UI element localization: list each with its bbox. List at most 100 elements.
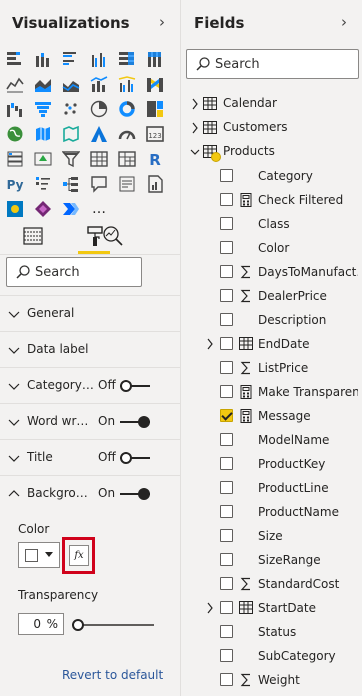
field-checkbox[interactable] <box>220 529 233 542</box>
key-influencers-icon[interactable] <box>32 173 54 195</box>
field-checkbox[interactable] <box>220 553 233 566</box>
background-color-picker[interactable] <box>18 542 60 568</box>
field-item[interactable]: StartDate <box>182 596 362 620</box>
field-checkbox[interactable] <box>220 649 233 662</box>
field-checkbox[interactable] <box>220 265 233 278</box>
paginated-report-icon[interactable] <box>144 173 166 195</box>
field-checkbox[interactable] <box>220 193 233 206</box>
matrix-icon[interactable] <box>116 148 138 170</box>
format-section-5[interactable]: Backgro… On <box>0 476 180 512</box>
field-item[interactable]: Description <box>182 308 362 332</box>
field-table-products[interactable]: Products <box>182 140 362 164</box>
field-checkbox[interactable] <box>220 601 233 614</box>
qna-icon[interactable] <box>88 173 110 195</box>
field-checkbox[interactable] <box>220 625 233 638</box>
slicer-icon[interactable] <box>60 148 82 170</box>
fields-search-input[interactable]: Search <box>186 49 359 79</box>
field-checkbox[interactable] <box>220 673 233 686</box>
field-item[interactable]: Status <box>182 620 362 644</box>
power-apps-icon[interactable] <box>32 198 54 220</box>
revert-to-default-link[interactable]: Revert to default <box>62 668 163 682</box>
field-item[interactable]: SizeRange <box>182 548 362 572</box>
area-chart-icon[interactable] <box>32 73 54 95</box>
fields-well-tab[interactable] <box>20 222 46 250</box>
field-item[interactable]: StandardCost <box>182 572 362 596</box>
field-item[interactable]: EndDate <box>182 332 362 356</box>
smart-narrative-icon[interactable] <box>116 173 138 195</box>
field-item[interactable]: Weight <box>182 668 362 692</box>
field-table-calendar[interactable]: Calendar <box>182 92 362 116</box>
ribbon-chart-icon[interactable] <box>144 73 166 95</box>
field-item[interactable]: Class <box>182 212 362 236</box>
stacked-column-chart-icon[interactable] <box>32 48 54 70</box>
transparency-slider[interactable] <box>72 618 156 632</box>
line-and-column-chart-icon[interactable] <box>88 73 110 95</box>
collapse-visualizations-chevron-icon[interactable]: › <box>159 13 165 31</box>
section-toggle-switch[interactable] <box>120 380 150 392</box>
azure-map-icon[interactable] <box>88 123 110 145</box>
field-checkbox[interactable] <box>220 241 233 254</box>
clustered-bar-chart-icon[interactable] <box>60 48 82 70</box>
treemap-icon[interactable] <box>144 98 166 120</box>
field-item[interactable]: DealerPrice <box>182 284 362 308</box>
line-and-clustered-column-icon[interactable] <box>116 73 138 95</box>
table-icon[interactable] <box>88 148 110 170</box>
kpi-icon[interactable] <box>32 148 54 170</box>
chevron-down-icon[interactable] <box>190 146 200 158</box>
chevron-right-icon[interactable] <box>190 98 200 110</box>
field-checkbox[interactable] <box>220 169 233 182</box>
field-item[interactable]: Message <box>182 404 362 428</box>
field-item[interactable]: SubCategory <box>182 644 362 668</box>
field-checkbox[interactable] <box>220 457 233 470</box>
conditional-formatting-fx-button[interactable]: fx <box>69 545 89 566</box>
section-toggle-switch[interactable] <box>120 416 150 428</box>
field-item[interactable]: ListPrice <box>182 356 362 380</box>
arcgis-map-icon[interactable] <box>4 198 26 220</box>
gauge-icon[interactable] <box>116 123 138 145</box>
chevron-right-icon[interactable] <box>190 122 200 134</box>
field-checkbox[interactable] <box>220 505 233 518</box>
field-item[interactable]: ProductLine <box>182 476 362 500</box>
field-checkbox[interactable] <box>220 337 233 350</box>
donut-chart-icon[interactable] <box>116 98 138 120</box>
format-section-3[interactable]: Word wr… On <box>0 404 180 440</box>
100-percent-bar-chart-icon[interactable] <box>116 48 138 70</box>
funnel-chart-icon[interactable] <box>32 98 54 120</box>
power-automate-icon[interactable] <box>60 198 82 220</box>
waterfall-chart-icon[interactable] <box>4 98 26 120</box>
chevron-right-icon[interactable] <box>205 338 215 350</box>
line-chart-icon[interactable] <box>4 73 26 95</box>
shape-map-icon[interactable] <box>60 123 82 145</box>
visualizations-search-input[interactable]: Search <box>6 257 142 287</box>
field-item[interactable]: ProductKey <box>182 452 362 476</box>
slider-thumb[interactable] <box>72 619 84 631</box>
format-section-2[interactable]: Category… Off <box>0 368 180 404</box>
field-checkbox[interactable] <box>220 217 233 230</box>
multi-row-card-icon[interactable] <box>4 148 26 170</box>
field-item[interactable]: Size <box>182 524 362 548</box>
chevron-right-icon[interactable] <box>205 602 215 614</box>
analytics-tab[interactable] <box>100 222 126 250</box>
field-item[interactable]: ModelName <box>182 428 362 452</box>
field-checkbox[interactable] <box>220 409 233 422</box>
clustered-column-chart-icon[interactable] <box>88 48 110 70</box>
field-item[interactable]: Check Filtered <box>182 188 362 212</box>
section-toggle-switch[interactable] <box>120 488 150 500</box>
format-section-1[interactable]: Data label <box>0 332 180 368</box>
filled-map-icon[interactable] <box>32 123 54 145</box>
field-item[interactable]: Category <box>182 164 362 188</box>
field-checkbox[interactable] <box>220 385 233 398</box>
format-section-4[interactable]: Title Off <box>0 440 180 476</box>
scatter-chart-icon[interactable] <box>60 98 82 120</box>
field-checkbox[interactable] <box>220 289 233 302</box>
section-toggle-switch[interactable] <box>120 452 150 464</box>
field-item[interactable]: Color <box>182 236 362 260</box>
pie-chart-icon[interactable] <box>88 98 110 120</box>
field-checkbox[interactable] <box>220 481 233 494</box>
stacked-bar-chart-icon[interactable] <box>4 48 26 70</box>
r-script-visual-icon[interactable]: R <box>144 148 166 170</box>
python-visual-icon[interactable]: Py <box>4 173 26 195</box>
field-checkbox[interactable] <box>220 577 233 590</box>
field-item[interactable]: ProductName <box>182 500 362 524</box>
field-checkbox[interactable] <box>220 433 233 446</box>
